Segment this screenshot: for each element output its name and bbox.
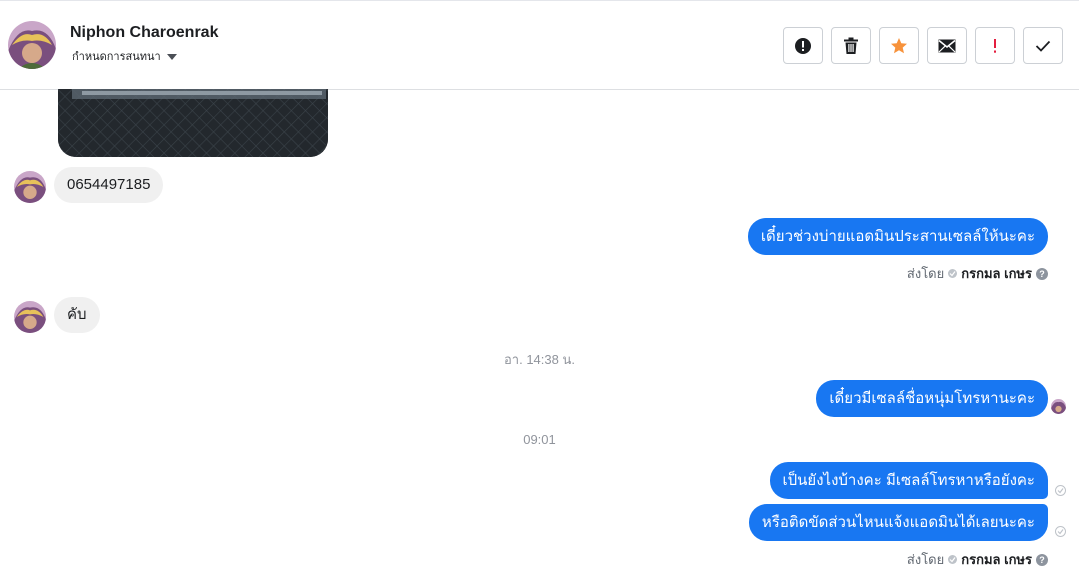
- alert-circle-icon: [795, 37, 811, 54]
- caret-down-icon: [166, 53, 177, 60]
- sent-check-icon: [1055, 526, 1066, 537]
- done-button[interactable]: [1023, 27, 1063, 64]
- envelope-icon: [938, 39, 956, 52]
- check-dot-icon: [948, 555, 958, 564]
- shared-photo[interactable]: [58, 89, 328, 157]
- sent-by-prefix: ส่งโดย: [906, 266, 945, 281]
- outgoing-message[interactable]: เป็นยังไงบ้างคะ มีเซลล์โทรหาหรือยังคะ: [769, 462, 1048, 499]
- incoming-message[interactable]: คับ: [54, 297, 100, 333]
- sender-avatar[interactable]: [14, 301, 46, 333]
- sent-by-info: ส่งโดย กรกมล เกษร ?: [907, 549, 1048, 570]
- sender-avatar[interactable]: [14, 171, 46, 203]
- contact-name[interactable]: Niphon Charoenrak: [70, 24, 218, 42]
- seen-avatar: [1051, 399, 1066, 414]
- trash-icon: [844, 37, 858, 54]
- sent-by-prefix: ส่งโดย: [906, 552, 945, 567]
- conversation-label-dropdown[interactable]: กำหนดการสนทนา: [72, 47, 177, 65]
- sent-check-icon: [1055, 485, 1066, 496]
- mark-unread-button[interactable]: [927, 27, 967, 64]
- timestamp-separator: อา. 14:38 น.: [504, 352, 575, 367]
- conversation-actions: [783, 27, 1063, 64]
- spam-button[interactable]: [783, 27, 823, 64]
- delete-button[interactable]: [831, 27, 871, 64]
- contact-avatar[interactable]: [8, 21, 56, 69]
- sent-by-info: ส่งโดย กรกมล เกษร ?: [907, 263, 1048, 284]
- timestamp-separator: 09:01: [523, 432, 556, 447]
- sent-by-name[interactable]: กรกมล เกษร: [961, 263, 1032, 284]
- incoming-message[interactable]: 0654497185: [54, 167, 164, 203]
- outgoing-message[interactable]: เดี๋ยวมีเซลล์ชื่อหนุ่มโทรหานะคะ: [816, 380, 1048, 417]
- help-icon[interactable]: ?: [1036, 267, 1048, 280]
- star-icon: [891, 37, 907, 53]
- follow-up-button[interactable]: [975, 27, 1015, 64]
- sent-by-name[interactable]: กรกมล เกษร: [961, 549, 1032, 570]
- check-icon: [1035, 40, 1051, 52]
- conversation-header: Niphon Charoenrak กำหนดการสนทนา: [0, 0, 1079, 90]
- outgoing-message[interactable]: เดี๋ยวช่วงบ่ายแอดมินประสานเซลล์ให้นะคะ: [747, 218, 1048, 255]
- conversation-label: กำหนดการสนทนา: [72, 51, 161, 63]
- outgoing-message[interactable]: หรือติดขัดส่วนไหนแจ้งแอดมินได้เลยนะคะ: [748, 504, 1048, 541]
- help-icon[interactable]: ?: [1036, 553, 1048, 566]
- star-button[interactable]: [879, 27, 919, 64]
- exclamation-icon: [994, 38, 996, 53]
- check-dot-icon: [948, 269, 958, 278]
